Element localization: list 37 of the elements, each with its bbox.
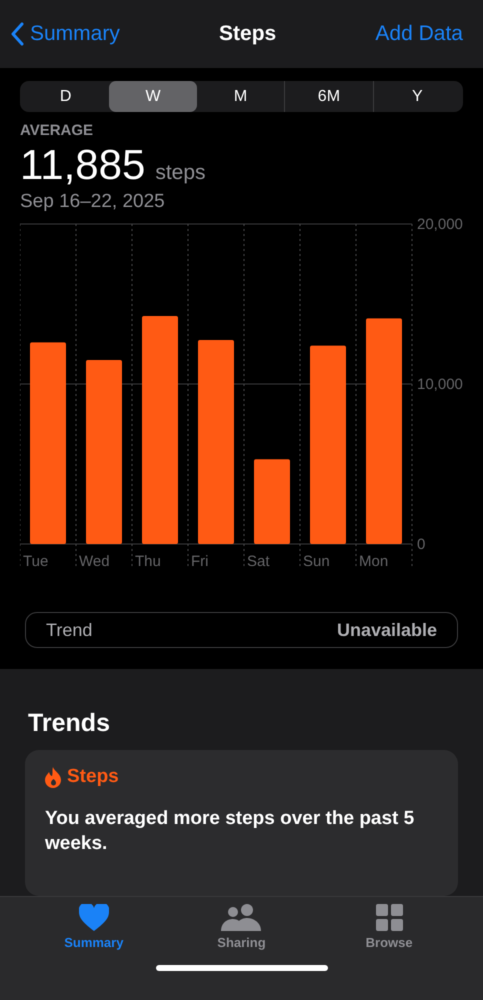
tab-bar-item[interactable]: Summary <box>44 903 144 951</box>
range-tab[interactable]: Y <box>372 81 462 112</box>
card-title: Steps <box>67 766 119 788</box>
grid-icon <box>376 904 403 931</box>
axis-label: Wed <box>79 553 110 570</box>
trend-row[interactable]: Trend Unavailable <box>25 612 458 648</box>
axis-label: Sat <box>247 553 270 570</box>
trend-label: Trend <box>46 620 92 640</box>
page-title: Steps <box>219 22 276 46</box>
date-range: Sep 16–22, 2025 <box>20 191 166 213</box>
section-heading: Trends <box>28 709 111 738</box>
card-text: You averaged more steps over the past 5 weeks. <box>45 807 416 856</box>
range-tab[interactable]: 6M <box>284 81 373 112</box>
axis-label: 20,000 <box>417 217 463 233</box>
axis-label: 10,000 <box>417 376 463 393</box>
trend-value: Unavailable <box>336 620 437 640</box>
back-link[interactable]: Summary <box>10 22 120 46</box>
axis-label: Sun <box>303 553 330 570</box>
heart-icon <box>78 904 109 931</box>
range-tab[interactable]: D <box>22 81 110 112</box>
average-value: 11,885 <box>20 141 146 189</box>
axis-label: Thu <box>135 553 161 570</box>
axis-label: Mon <box>359 553 388 570</box>
chevron-icon <box>10 22 24 46</box>
axis-label: Tue <box>23 553 48 570</box>
people-icon <box>221 904 262 931</box>
trend-card[interactable]: Steps You averaged more steps over the past 5 weeks. <box>25 750 458 896</box>
range-tab[interactable]: W <box>109 81 197 112</box>
tab-bar-item[interactable]: Sharing <box>191 903 292 951</box>
tab-bar-item[interactable]: Browse <box>339 903 440 951</box>
axis-label: 0 <box>417 536 426 553</box>
unit-label: steps <box>155 161 206 185</box>
add-data-link[interactable]: Add Data <box>375 22 463 46</box>
axis-label: Fri <box>191 553 208 570</box>
range-tab[interactable]: M <box>196 81 284 112</box>
flame-icon <box>45 766 62 788</box>
average-label: AVERAGE <box>20 122 94 139</box>
